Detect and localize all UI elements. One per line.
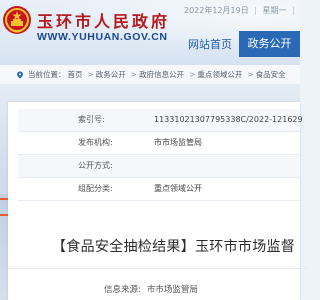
nav-gov-open-link[interactable]: 政务公开 bbox=[239, 31, 300, 57]
weekday: 星期一 bbox=[262, 6, 287, 15]
breadcrumb-info-open[interactable]: 政府信息公开 bbox=[139, 70, 184, 79]
breadcrumb-separator: > bbox=[130, 70, 138, 79]
meta-value: 市市场监管局 bbox=[154, 138, 202, 147]
article-title: 【食品安全抽检结果】玉环市市场监督 bbox=[52, 239, 296, 255]
site-header: 玉环市人民政府 WWW.YUHUAN.GOV.CN 2022年12月19日 | … bbox=[0, 0, 300, 64]
article-source: 信息来源: 市市场监管局 bbox=[104, 283, 198, 295]
date-bar: 2022年12月19日 | 星期一 | 浙江 bbox=[184, 5, 300, 16]
article-card: 索引号: 11331021307795338C/2022-121629 发布机构… bbox=[8, 102, 308, 300]
breadcrumb-key-areas[interactable]: 重点领域公开 bbox=[197, 70, 242, 79]
breadcrumb-home[interactable]: 首页 bbox=[68, 70, 83, 79]
meta-value: 11331021307795338C/2022-121629 bbox=[154, 115, 303, 124]
source-label: 信息来源: bbox=[104, 285, 141, 295]
location-bar: 当前位置： 首页 > 政务公开 > 政府信息公开 > 重点领域公开 > 食品安全 bbox=[0, 64, 300, 86]
breadcrumb-label: 当前位置： bbox=[28, 70, 66, 79]
site-url: WWW.YUHUAN.GOV.CN bbox=[37, 31, 168, 43]
article-meta-table: 索引号: 11331021307795338C/2022-121629 发布机构… bbox=[18, 109, 303, 201]
site-name[interactable]: 玉环市人民政府 bbox=[37, 8, 170, 32]
meta-label: 发布机构: bbox=[78, 138, 113, 147]
meta-label: 组配分类: bbox=[78, 184, 113, 193]
location-icon bbox=[17, 71, 23, 79]
meta-label: 索引号: bbox=[78, 115, 105, 124]
breadcrumb-separator: > bbox=[247, 70, 254, 79]
current-date: 2022年12月19日 bbox=[184, 6, 249, 15]
meta-row-disclosure: 公开方式: bbox=[18, 155, 300, 178]
breadcrumb: 当前位置： 首页 > 政务公开 > 政府信息公开 > 重点领域公开 > 食品安全 bbox=[28, 65, 288, 85]
breadcrumb-gov-open[interactable]: 政务公开 bbox=[96, 70, 126, 79]
nav-home-link[interactable]: 网站首页 bbox=[183, 34, 237, 56]
breadcrumb-separator: > bbox=[189, 70, 196, 79]
meta-label: 公开方式: bbox=[78, 161, 113, 170]
national-emblem-icon bbox=[3, 6, 31, 34]
meta-row-index: 索引号: 11331021307795338C/2022-121629 bbox=[18, 109, 303, 132]
date-separator: | bbox=[292, 6, 295, 15]
date-separator: | bbox=[254, 6, 257, 15]
meta-value: 重点领域公开 bbox=[154, 184, 202, 193]
title-divider bbox=[8, 268, 308, 269]
breadcrumb-separator: > bbox=[87, 70, 94, 79]
source-value: 市市场监管局 bbox=[146, 285, 198, 295]
breadcrumb-food-safety[interactable]: 食品安全 bbox=[256, 70, 286, 79]
meta-row-publisher: 发布机构: 市市场监管局 bbox=[18, 132, 300, 155]
meta-row-category: 组配分类: 重点领域公开 bbox=[18, 178, 300, 201]
